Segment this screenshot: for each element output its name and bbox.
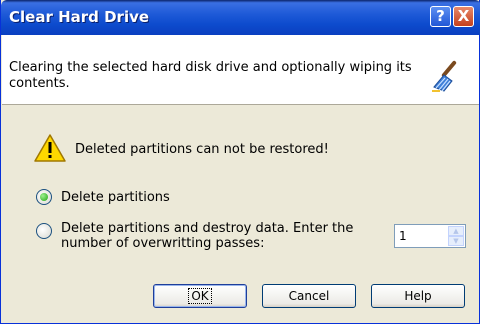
passes-value[interactable]: 1 [399,229,407,243]
header-description: Clearing the selected hard disk drive an… [9,60,412,91]
spin-up-icon[interactable]: ▲ [448,226,464,236]
ok-button-label: OK [188,288,212,304]
delete-partitions-label[interactable]: Delete partitions [61,190,170,205]
cancel-button[interactable]: Cancel [262,284,356,308]
spin-buttons: ▲ ▼ [448,226,464,246]
header-panel: Clearing the selected hard disk drive an… [2,35,479,105]
dialog-window: Clear Hard Drive ? X Clearing the select… [0,0,480,324]
help-title-button[interactable]: ? [430,6,451,27]
warning-text: Deleted partitions can not be restored! [75,142,329,157]
title-bar[interactable]: Clear Hard Drive ? X [1,0,480,35]
window-title: Clear Hard Drive [9,8,150,26]
ok-button[interactable]: OK [153,284,247,308]
destroy-data-label[interactable]: Delete partitions and destroy data. Ente… [61,221,371,251]
spin-down-icon[interactable]: ▼ [448,236,464,246]
passes-spinbox[interactable]: 1 ▲ ▼ [394,224,466,248]
broom-icon [432,60,457,92]
close-button[interactable]: X [453,6,474,27]
delete-partitions-radio[interactable] [36,189,52,205]
destroy-data-radio[interactable] [36,223,52,239]
help-button[interactable]: Help [371,284,465,308]
warning-icon [34,134,66,162]
